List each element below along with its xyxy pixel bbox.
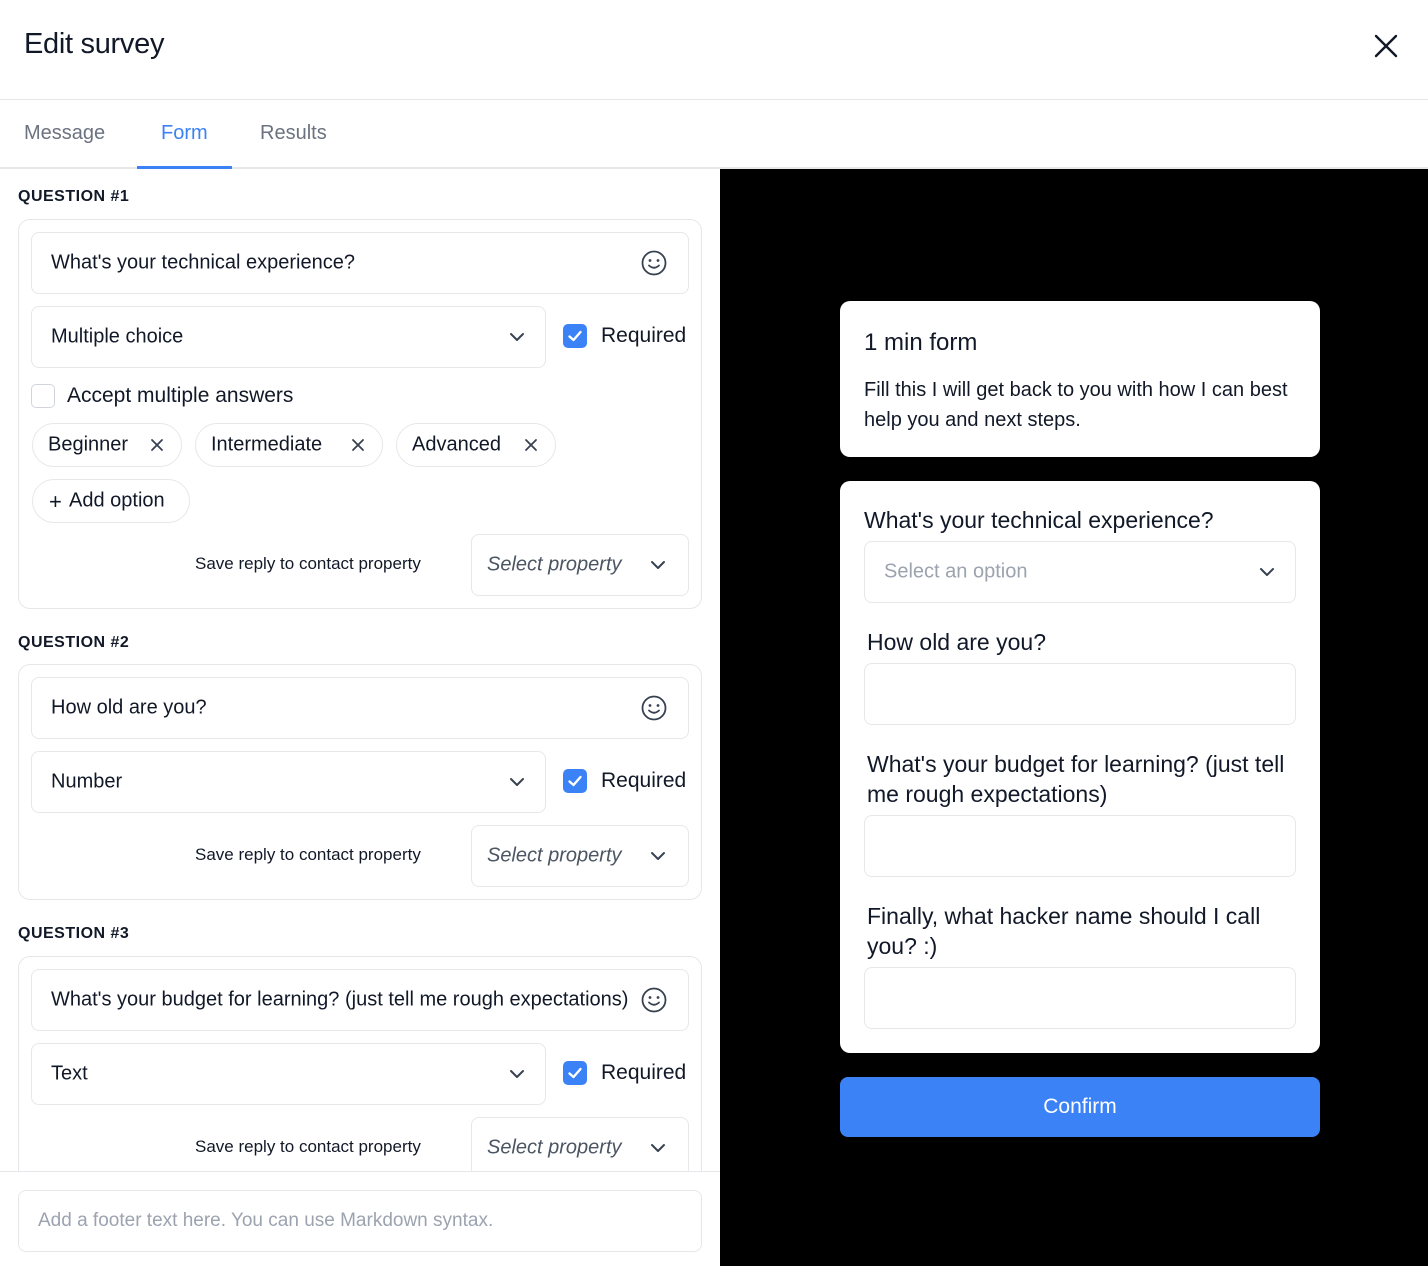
preview-questions-card: What's your technical experience? Select…: [840, 481, 1320, 1053]
question-text: What's your technical experience?: [51, 251, 355, 274]
question-card: What's your budget for learning? (just t…: [18, 956, 702, 1171]
property-placeholder: Select property: [487, 1136, 622, 1159]
option-label: Advanced: [412, 433, 501, 456]
chevron-down-icon: [651, 852, 665, 860]
check-icon: [568, 330, 582, 342]
question-label: QUESTION #2: [18, 634, 130, 651]
plus-icon: +: [49, 489, 62, 514]
chevron-down-icon: [510, 333, 524, 341]
add-option-button[interactable]: + Add option: [32, 479, 190, 523]
question-text: What's your budget for learning? (just t…: [51, 988, 628, 1011]
footer-text-input[interactable]: Add a footer text here. You can use Mark…: [18, 1190, 702, 1252]
chevron-down-icon: [651, 1144, 665, 1152]
footer-placeholder: Add a footer text here. You can use Mark…: [38, 1210, 494, 1231]
preview-select-input[interactable]: Select an option: [864, 541, 1296, 603]
required-label: Required: [601, 1061, 687, 1084]
modal-title: Edit survey: [24, 28, 165, 60]
required-checkbox[interactable]: [563, 324, 587, 348]
tab-message[interactable]: Message: [0, 100, 129, 169]
save-reply-label: Save reply to contact property: [195, 845, 421, 864]
question-type-value: Number: [51, 770, 123, 793]
property-placeholder: Select property: [487, 844, 622, 867]
preview-question-2: How old are you?: [867, 629, 1046, 655]
confirm-label: Confirm: [1043, 1095, 1117, 1118]
question-text-input[interactable]: How old are you?: [31, 677, 689, 739]
question-text: How old are you?: [51, 696, 207, 719]
property-select[interactable]: Select property: [471, 534, 689, 596]
chevron-down-icon: [510, 1070, 524, 1078]
form-editor: QUESTION #1 What's your technical experi…: [0, 169, 720, 1171]
preview-question-4: Finally, what hacker name should I call …: [867, 903, 1261, 959]
question-label: QUESTION #3: [18, 925, 130, 942]
check-icon: [568, 775, 582, 787]
preview-name-input[interactable]: [864, 967, 1296, 1029]
confirm-button[interactable]: Confirm: [840, 1077, 1320, 1137]
question-card: What's your technical experience? Multip…: [18, 219, 702, 609]
chevron-down-icon: [1260, 568, 1274, 576]
close-icon[interactable]: [1368, 28, 1404, 64]
preview-question-1: What's your technical experience?: [864, 507, 1214, 533]
option-chip: Beginner: [32, 423, 182, 467]
chevron-down-icon: [651, 561, 665, 569]
tab-form[interactable]: Form: [137, 100, 232, 169]
preview-form-description: Fill this I will get back to you with ho…: [864, 379, 1288, 431]
question-type-select[interactable]: Text: [31, 1043, 546, 1105]
modal-header: Edit survey: [0, 0, 1428, 100]
question-type-select[interactable]: Number: [31, 751, 546, 813]
preview-text-input[interactable]: [864, 815, 1296, 877]
question-text-input[interactable]: What's your technical experience?: [31, 232, 689, 294]
smiley-icon[interactable]: [640, 694, 668, 722]
required-label: Required: [601, 324, 687, 347]
option-label: Intermediate: [211, 433, 323, 456]
save-reply-label: Save reply to contact property: [195, 1137, 421, 1156]
property-select[interactable]: Select property: [471, 825, 689, 887]
add-option-label: Add option: [69, 489, 165, 512]
footer-bar: Add a footer text here. You can use Mark…: [0, 1171, 720, 1266]
question-type-value: Text: [51, 1062, 88, 1085]
option-chip: Advanced: [396, 423, 556, 467]
save-reply-label: Save reply to contact property: [195, 554, 421, 573]
preview-number-input[interactable]: [864, 663, 1296, 725]
question-text-input[interactable]: What's your budget for learning? (just t…: [31, 969, 689, 1031]
form-preview: 1 min form Fill this I will get back to …: [720, 169, 1428, 1266]
property-placeholder: Select property: [487, 553, 622, 576]
accept-multiple-label: Accept multiple answers: [67, 384, 294, 407]
smiley-icon[interactable]: [640, 986, 668, 1014]
preview-question-3: What's your budget for learning? (just t…: [867, 751, 1285, 807]
check-icon: [568, 1067, 582, 1079]
accept-multiple-checkbox[interactable]: [31, 384, 55, 408]
preview-form-title: 1 min form: [864, 329, 978, 356]
smiley-icon[interactable]: [640, 249, 668, 277]
required-checkbox[interactable]: [563, 1061, 587, 1085]
x-icon[interactable]: [350, 437, 366, 453]
property-select[interactable]: Select property: [471, 1117, 689, 1171]
question-type-select[interactable]: Multiple choice: [31, 306, 546, 368]
option-label: Beginner: [48, 433, 129, 456]
required-checkbox[interactable]: [563, 769, 587, 793]
x-icon[interactable]: [523, 437, 539, 453]
tab-bar: Message Form Results: [0, 100, 1428, 169]
question-type-value: Multiple choice: [51, 325, 184, 348]
tab-results[interactable]: Results: [236, 100, 351, 169]
x-icon[interactable]: [149, 437, 165, 453]
preview-select-placeholder: Select an option: [884, 560, 1028, 583]
required-label: Required: [601, 769, 687, 792]
question-card: How old are you? Number Required Save re…: [18, 664, 702, 900]
option-chip: Intermediate: [195, 423, 383, 467]
preview-intro-card: 1 min form Fill this I will get back to …: [840, 301, 1320, 457]
question-label: QUESTION #1: [18, 188, 130, 205]
chevron-down-icon: [510, 778, 524, 786]
